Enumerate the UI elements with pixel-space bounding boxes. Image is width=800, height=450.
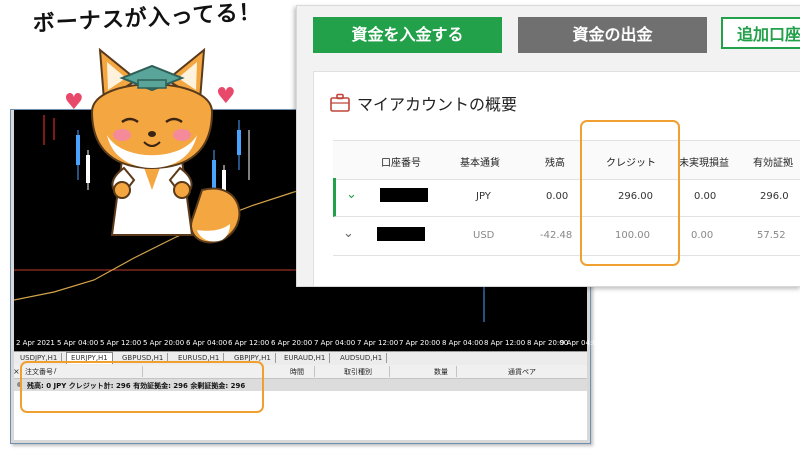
time-label: 8 Apr 04:00 (442, 339, 484, 347)
cell-equity: 57.52 (757, 230, 786, 241)
cell-equity: 296.0 (760, 191, 789, 202)
add-account-button[interactable]: 追加口座 (721, 17, 800, 49)
briefcase-icon (330, 93, 350, 112)
column-trade-type[interactable]: 取引種別 (344, 367, 372, 377)
chart-tab[interactable]: AUDSUD,H1 (336, 353, 388, 363)
chart-tab[interactable]: EURAUD,H1 (280, 353, 331, 363)
time-label: 5 Apr 20:00 (143, 339, 185, 347)
credit-column-highlight-frame (580, 120, 680, 266)
withdraw-button[interactable]: 資金の出金 (518, 17, 707, 53)
close-icon[interactable]: × (13, 367, 20, 376)
cell-balance: 0.00 (546, 191, 569, 202)
header-account-number: 口座番号 (381, 158, 421, 169)
time-label: 6 Apr 12:00 (228, 339, 270, 347)
time-label: 5 Apr 12:00 (100, 339, 142, 347)
redacted-account-number (377, 227, 425, 241)
time-axis: 2 Apr 2021 5 Apr 04:00 5 Apr 12:00 5 Apr… (14, 336, 601, 351)
cell-unrealized: 0.00 (694, 191, 717, 202)
time-label: 7 Apr 12:00 (357, 339, 399, 347)
chevron-down-icon[interactable]: ⌄ (343, 226, 354, 241)
time-label: 6 Apr 20:00 (271, 339, 313, 347)
header-equity: 有効証拠 (753, 158, 793, 169)
account-table-header: 口座番号 基本通貨 残高 クレジット 未実現損益 有効証拠 (333, 140, 800, 180)
panel-title: マイアカウントの概要 (357, 95, 518, 114)
cell-currency: JPY (476, 191, 491, 202)
time-label: 6 Apr 04:00 (186, 339, 228, 347)
heart-icon: ♥ (216, 84, 236, 109)
time-label: 7 Apr 20:00 (399, 339, 441, 347)
time-label: 7 Apr 04:00 (314, 339, 356, 347)
terminal-highlight-frame (20, 361, 264, 413)
column-symbol[interactable]: 通貨ペア (508, 367, 536, 377)
fox-mascot (90, 47, 241, 244)
heart-icon: ♥ (64, 90, 84, 115)
cell-unrealized: 0.00 (691, 230, 714, 241)
header-base-currency: 基本通貨 (460, 158, 500, 169)
account-row[interactable]: ⌄ JPY 0.00 296.00 0.00 296.0 (333, 178, 800, 217)
column-volume[interactable]: 数量 (434, 367, 448, 377)
time-label: 9 Apr 04:00 (560, 339, 602, 347)
column-time[interactable]: 時間 (290, 367, 304, 377)
time-label: 2 Apr 2021 (16, 339, 55, 347)
cell-balance: -42.48 (540, 230, 573, 241)
time-label: 8 Apr 12:00 (484, 339, 526, 347)
mascot-speech-caption: ボーナスが入ってる！ (32, 0, 263, 37)
time-label: 5 Apr 04:00 (57, 339, 99, 347)
redacted-account-number (380, 188, 428, 202)
header-balance: 残高 (545, 158, 565, 169)
header-unrealized-pl: 未実現損益 (679, 158, 729, 169)
deposit-button[interactable]: 資金を入金する (313, 17, 502, 53)
cell-currency: USD (473, 230, 495, 241)
chevron-down-icon[interactable]: ⌄ (346, 187, 357, 202)
account-row[interactable]: ⌄ USD -42.48 100.00 0.00 57.52 (333, 217, 800, 256)
